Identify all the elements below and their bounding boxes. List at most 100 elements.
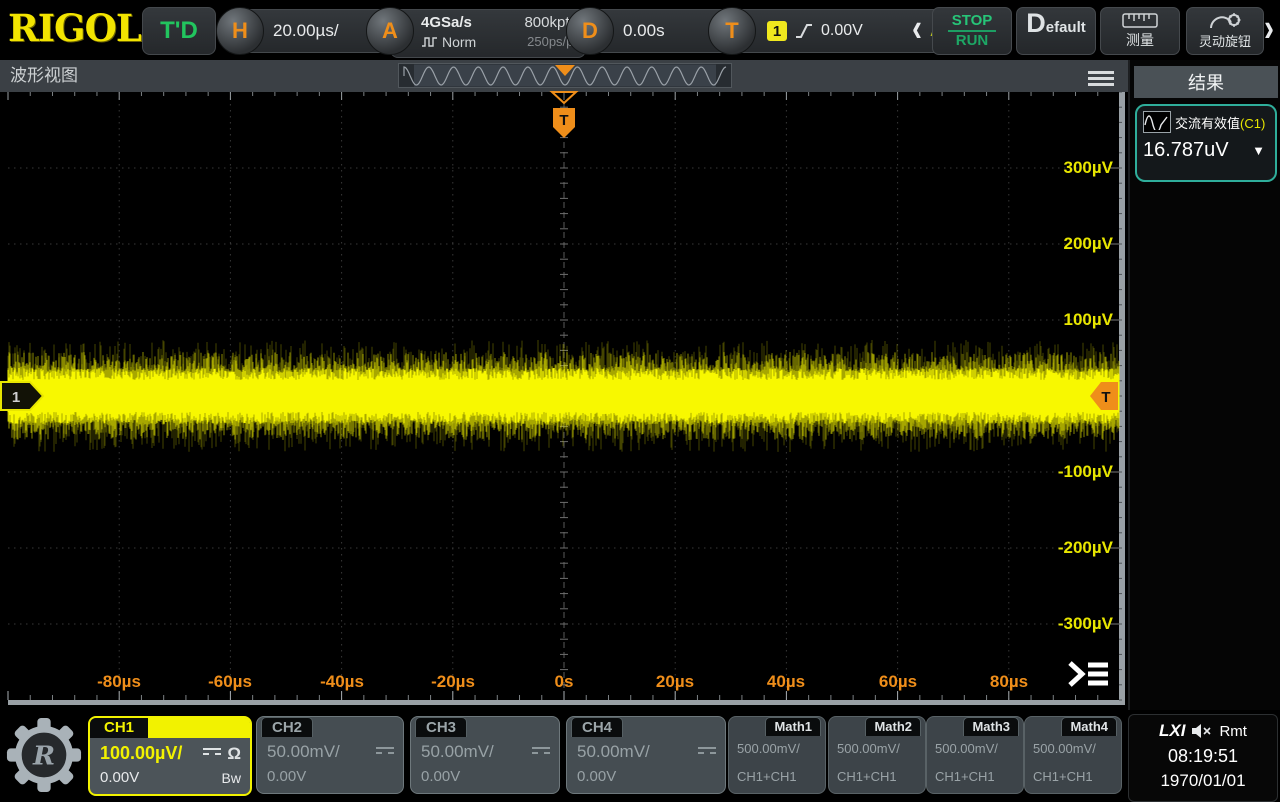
ch1-scale: 100.00µV/ <box>100 743 182 764</box>
default-button[interactable]: Default <box>1016 7 1096 55</box>
clock-date: 1970/01/01 <box>1129 769 1277 793</box>
clock-time: 08:19:51 <box>1129 743 1277 769</box>
math4-tab: Math4 <box>1061 717 1117 736</box>
dc-coupling-icon <box>376 747 394 758</box>
acquire-mode: Norm <box>442 34 476 50</box>
trigger-level: 0.00V <box>821 22 863 40</box>
time-label: -60µs <box>208 672 252 692</box>
time-label: 40µs <box>767 672 805 692</box>
speaker-muted-icon <box>1191 723 1213 739</box>
sample-rate: 4GSa/s <box>421 14 472 31</box>
ch1-bandwidth: Bw <box>222 770 241 786</box>
lxi-badge: LXI <box>1159 721 1185 741</box>
measurement-card[interactable]: 交流有效值(C1) 16.787uV ▼ <box>1135 104 1277 182</box>
trigger-position-marker[interactable]: T <box>549 91 579 141</box>
svg-text:T: T <box>559 112 568 129</box>
math3-scale: 500.00mV/ <box>935 741 998 756</box>
math3-expression: CH1+CH1 <box>935 769 995 784</box>
math1-tab: Math1 <box>765 717 821 736</box>
quick-knob-label: 灵动旋钮 <box>1199 31 1251 50</box>
time-label: 60µs <box>879 672 917 692</box>
top-bar: RIGOL T'D H 20.00µs/ A 4GSa/s 800kpts No… <box>0 0 1280 60</box>
toolbar-scroll-right-icon[interactable]: › <box>1264 7 1274 51</box>
math-card-math2[interactable]: Math2 500.00mV/ CH1+CH1 <box>828 716 926 794</box>
trigger-level-marker[interactable]: T <box>1089 381 1119 411</box>
ch2-offset: 0.00V <box>267 768 306 785</box>
bottom-bar: R CH1 100.00µV/ Ω 0.00V Bw CH2 50.00mV/ … <box>0 710 1280 800</box>
channel1-position-marker[interactable]: 1 <box>0 381 46 411</box>
rigol-gear-logo: R <box>6 717 82 793</box>
math2-tab: Math2 <box>865 717 921 736</box>
default-rest: efault <box>1046 19 1086 36</box>
quick-knob-button[interactable]: 灵动旋钮 <box>1186 7 1264 55</box>
results-panel: 结果 交流有效值(C1) 16.787uV ▼ <box>1128 60 1280 710</box>
ch3-tab: CH3 <box>415 717 467 737</box>
trigger-source-badge: 1 <box>767 21 787 41</box>
time-label: 20µs <box>656 672 694 692</box>
trigger-status-badge[interactable]: T'D <box>142 7 216 55</box>
status-clock-panel[interactable]: LXI Rmt 08:19:51 1970/01/01 <box>1128 714 1278 802</box>
svg-text:T: T <box>1101 389 1110 406</box>
horizontal-knob-button[interactable]: H <box>216 7 264 55</box>
waveform-view-header: 波形视图 <box>0 60 1128 92</box>
ch2-tab: CH2 <box>261 717 313 737</box>
stop-label: STOP <box>952 13 993 29</box>
ch3-offset: 0.00V <box>421 768 460 785</box>
svg-text:1: 1 <box>12 389 20 406</box>
channel-card-ch1[interactable]: CH1 100.00µV/ Ω 0.00V Bw <box>88 716 252 796</box>
ch1-tab: CH1 <box>90 718 148 738</box>
waveform-view: 波形视图 300µV200µV100µV-100µV-200µV-300µV-8… <box>0 60 1128 710</box>
math2-expression: CH1+CH1 <box>837 769 897 784</box>
horizontal-overview-strip[interactable] <box>398 63 732 88</box>
graticule <box>0 60 1128 710</box>
math1-scale: 500.00mV/ <box>737 741 800 756</box>
ch4-scale: 50.00mV/ <box>577 742 650 762</box>
voltage-label: 200µV <box>1064 234 1114 254</box>
math-card-math4[interactable]: Math4 500.00mV/ CH1+CH1 <box>1024 716 1122 794</box>
channel-card-ch2[interactable]: CH2 50.00mV/ 0.00V <box>256 716 404 794</box>
math2-scale: 500.00mV/ <box>837 741 900 756</box>
expand-menu-icon[interactable] <box>1064 656 1114 694</box>
time-label: 80µs <box>990 672 1028 692</box>
acquisition-pill[interactable]: 4GSa/s 800kpts Norm 250ps/pt <box>390 9 586 58</box>
trigger-slope-icon <box>794 22 814 40</box>
voltage-label: -300µV <box>1058 614 1113 634</box>
menu-icon[interactable] <box>1088 68 1114 89</box>
remote-badge: Rmt <box>1219 723 1247 740</box>
voltage-label: -200µV <box>1058 538 1113 558</box>
default-initial: D <box>1026 8 1046 39</box>
toolbar-scroll-left-icon[interactable]: ‹ <box>912 7 922 51</box>
voltage-label: 300µV <box>1064 158 1114 178</box>
ch2-scale: 50.00mV/ <box>267 742 340 762</box>
math-card-math1[interactable]: Math1 500.00mV/ CH1+CH1 <box>728 716 826 794</box>
measurement-source: (C1) <box>1240 116 1265 131</box>
measure-label: 测量 <box>1126 30 1154 50</box>
ch1-impedance: Ω <box>227 744 241 764</box>
svg-text:R: R <box>32 741 55 772</box>
time-label: -80µs <box>97 672 141 692</box>
dc-coupling-icon <box>532 747 550 758</box>
math4-scale: 500.00mV/ <box>1033 741 1096 756</box>
math3-tab: Math3 <box>963 717 1019 736</box>
ch3-scale: 50.00mV/ <box>421 742 494 762</box>
ch1-offset: 0.00V <box>100 769 139 786</box>
acquire-knob-button[interactable]: A <box>366 7 414 55</box>
rigol-logo: RIGOL <box>8 6 141 50</box>
math-card-math3[interactable]: Math3 500.00mV/ CH1+CH1 <box>926 716 1024 794</box>
channel-card-ch3[interactable]: CH3 50.00mV/ 0.00V <box>410 716 560 794</box>
ch4-offset: 0.00V <box>577 768 616 785</box>
dropdown-caret-icon[interactable]: ▼ <box>1252 143 1265 158</box>
stop-run-button[interactable]: STOP RUN <box>932 7 1012 55</box>
channel-card-ch4[interactable]: CH4 50.00mV/ 0.00V <box>566 716 726 794</box>
dc-coupling-icon <box>203 748 221 759</box>
dc-coupling-icon <box>698 747 716 758</box>
voltage-label: -100µV <box>1058 462 1113 482</box>
trigger-knob-button[interactable]: T <box>708 7 756 55</box>
measurement-waveform-icon <box>1143 111 1171 133</box>
run-label: RUN <box>956 33 989 49</box>
results-title: 结果 <box>1188 69 1224 95</box>
measure-button[interactable]: 测量 <box>1100 7 1180 55</box>
ch4-tab: CH4 <box>571 717 623 737</box>
delay-knob-button[interactable]: D <box>566 7 614 55</box>
ruler-icon <box>1122 13 1158 28</box>
